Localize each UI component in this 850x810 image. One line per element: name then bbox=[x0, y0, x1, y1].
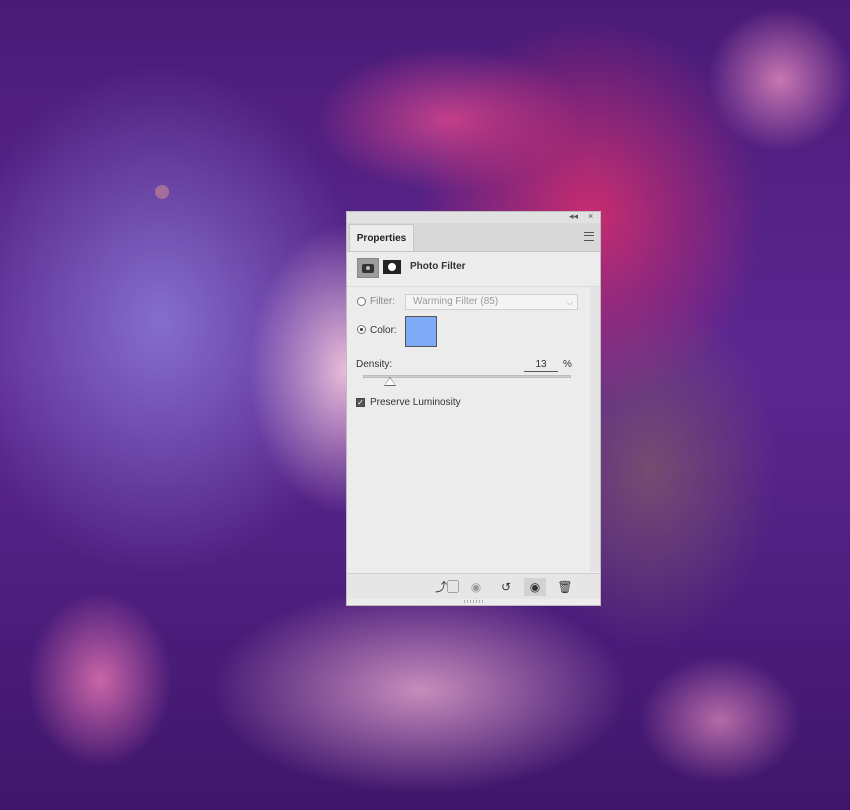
spider-decoration bbox=[155, 185, 169, 199]
panel-titlebar[interactable]: ◂◂ × bbox=[347, 211, 600, 223]
trash-icon[interactable]: 🗑 bbox=[554, 578, 576, 596]
layer-mask-icon[interactable] bbox=[383, 260, 401, 274]
color-radio[interactable] bbox=[357, 325, 366, 334]
density-label: Density: bbox=[356, 359, 393, 370]
panel-footer: ⤴▢ ◉ ↺ ◉ 🗑 bbox=[347, 573, 600, 599]
resize-grip[interactable] bbox=[464, 600, 484, 603]
density-unit: % bbox=[563, 359, 572, 370]
filter-radio[interactable] bbox=[357, 297, 366, 306]
collapse-icon[interactable]: ◂◂ bbox=[569, 211, 578, 222]
filter-select[interactable]: Warming Filter (85) ⌵ bbox=[405, 294, 578, 310]
panel-scrollbar[interactable] bbox=[590, 287, 600, 572]
clip-to-layer-icon[interactable]: ⤴▢ bbox=[435, 578, 459, 596]
filter-label: Filter: bbox=[370, 296, 395, 307]
panel-menu-icon[interactable] bbox=[584, 232, 594, 241]
filter-select-value: Warming Filter (85) bbox=[413, 296, 499, 307]
eye-icon[interactable]: ◉ bbox=[524, 578, 546, 596]
properties-panel: ◂◂ × Properties Photo Filter Filter: War… bbox=[346, 211, 601, 606]
density-slider-thumb[interactable] bbox=[384, 377, 397, 386]
chevron-down-icon: ⌵ bbox=[566, 297, 573, 307]
tab-properties[interactable]: Properties bbox=[349, 224, 414, 251]
color-swatch[interactable] bbox=[405, 316, 437, 347]
adjustment-header: Photo Filter bbox=[347, 252, 600, 287]
photo-filter-adjustment-icon[interactable] bbox=[357, 258, 379, 278]
preserve-luminosity-checkbox[interactable]: ✓ bbox=[356, 398, 365, 407]
adjustment-title: Photo Filter bbox=[410, 261, 466, 272]
view-previous-state-icon[interactable]: ◉ bbox=[465, 578, 487, 596]
color-label: Color: bbox=[370, 325, 397, 336]
reset-icon[interactable]: ↺ bbox=[495, 578, 517, 596]
density-input[interactable]: 13 bbox=[524, 359, 558, 372]
preserve-luminosity-label: Preserve Luminosity bbox=[370, 397, 461, 408]
close-icon[interactable]: × bbox=[588, 211, 593, 222]
panel-tabbar: Properties bbox=[347, 223, 600, 252]
